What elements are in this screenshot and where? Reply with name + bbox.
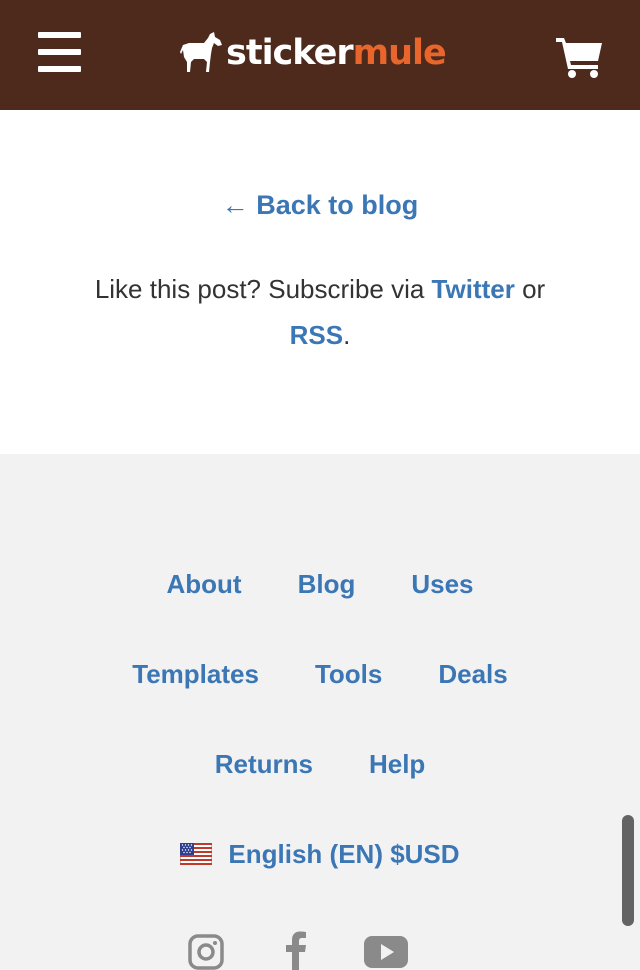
locale-label: English (EN) $USD [228, 839, 460, 869]
social-links [0, 928, 640, 970]
logo-text-mule: mule [352, 33, 447, 73]
footer-link-deals[interactable]: Deals [438, 654, 507, 694]
back-to-blog-link[interactable]: ← Back to blog [0, 190, 640, 221]
hamburger-menu-icon[interactable] [38, 32, 81, 72]
footer-link-help[interactable]: Help [369, 744, 425, 784]
footer-link-blog[interactable]: Blog [298, 564, 356, 604]
youtube-icon[interactable] [364, 936, 408, 968]
footer-links-row-2: Templates Tools Deals [0, 654, 640, 694]
logo-text-sticker: sticker [226, 33, 354, 73]
footer-link-tools[interactable]: Tools [315, 654, 382, 694]
locale-selector[interactable]: English (EN) $USD [0, 834, 640, 874]
subscribe-middle: or [514, 274, 546, 304]
subscribe-suffix: . [343, 320, 351, 350]
site-header: stickermule [0, 0, 640, 110]
subscribe-prefix: Like this post? Subscribe via [94, 274, 432, 304]
stickermule-logo[interactable]: stickermule [180, 30, 447, 76]
post-footer-section: ← Back to blog Like this post? Subscribe… [0, 110, 640, 454]
mule-logo-icon [180, 32, 222, 72]
twitter-link[interactable]: Twitter [432, 274, 515, 304]
footer-link-templates[interactable]: Templates [132, 654, 259, 694]
rss-link[interactable]: RSS [290, 320, 343, 350]
footer-link-returns[interactable]: Returns [215, 744, 313, 784]
footer-links-row-3: Returns Help [0, 744, 640, 784]
facebook-icon[interactable] [284, 930, 308, 970]
subscribe-text: Like this post? Subscribe via Twitter or… [60, 266, 580, 358]
us-flag-icon [180, 843, 213, 865]
instagram-icon[interactable] [188, 934, 224, 970]
page-scrollbar[interactable] [622, 815, 634, 926]
shopping-cart-icon[interactable] [556, 36, 604, 78]
footer-link-about[interactable]: About [166, 564, 241, 604]
footer-links-row-1: About Blog Uses [0, 564, 640, 604]
footer-link-uses[interactable]: Uses [411, 564, 473, 604]
